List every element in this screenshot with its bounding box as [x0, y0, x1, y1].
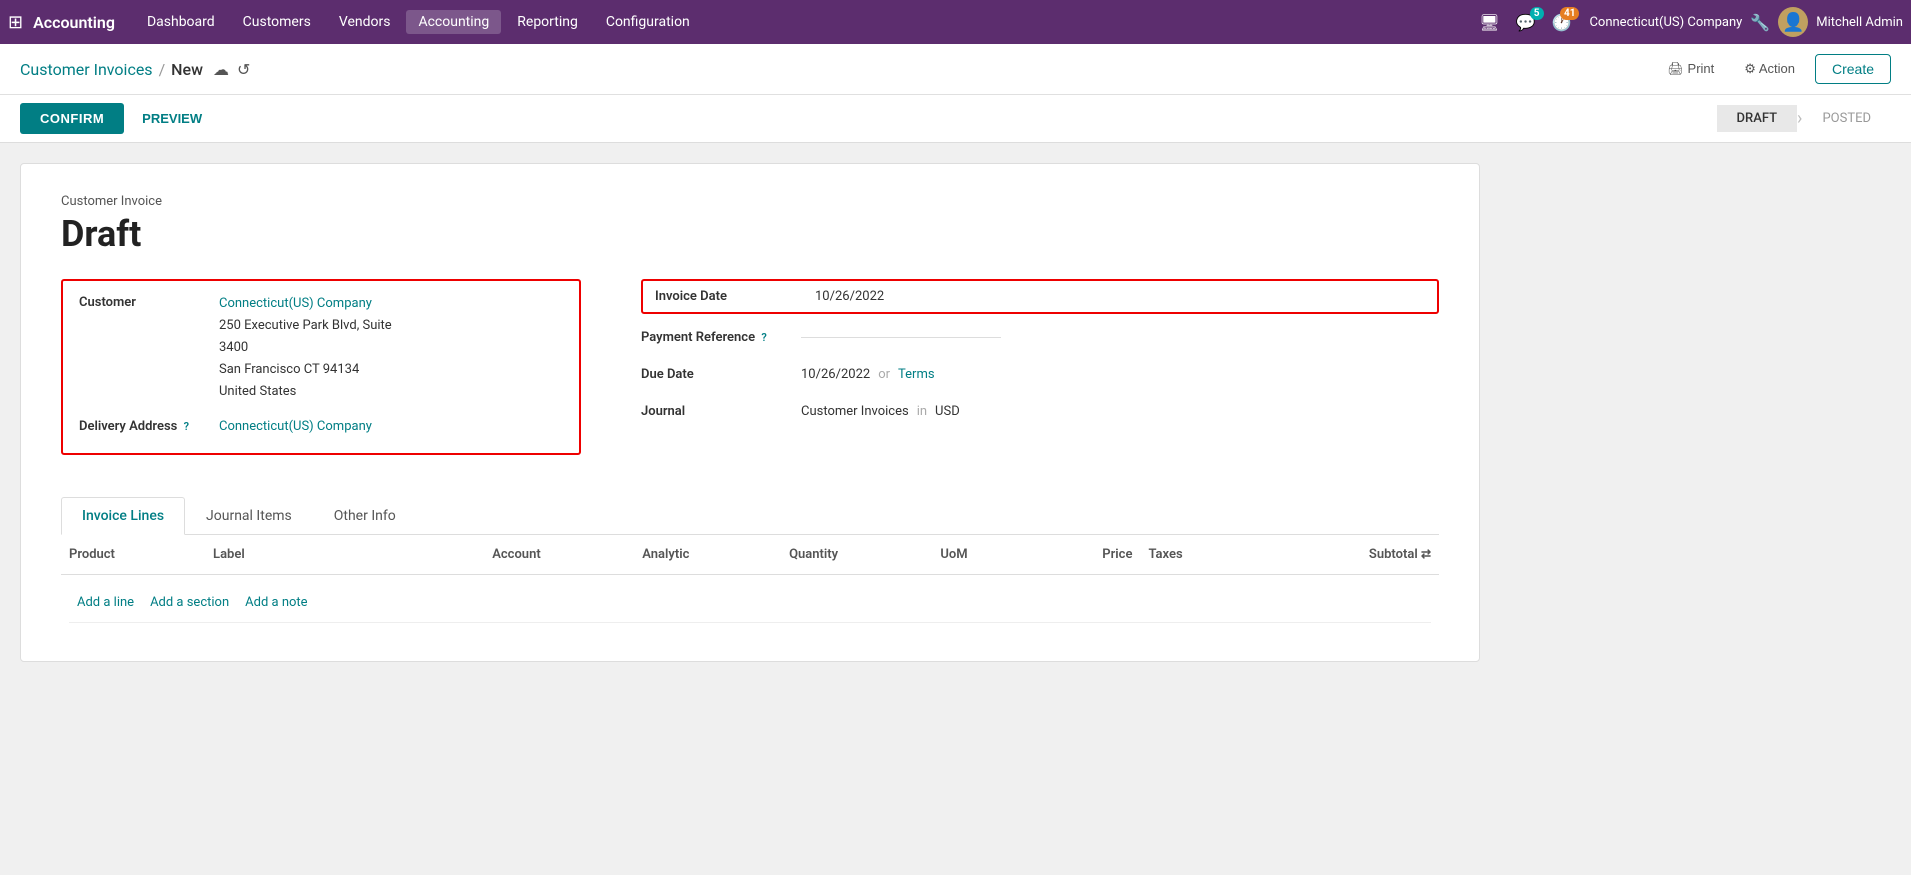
grid-icon[interactable]: ⊞: [8, 12, 23, 33]
customer-address-line4: United States: [219, 381, 392, 403]
nav-vendors[interactable]: Vendors: [327, 10, 403, 34]
journal-row: Journal Customer Invoices in USD: [641, 398, 1439, 425]
invoice-sub-label: Customer Invoice: [61, 194, 1439, 209]
refresh-icon[interactable]: ↺: [237, 60, 250, 79]
customer-address-line2: 3400: [219, 337, 392, 359]
status-bar: DRAFT › POSTED: [1717, 105, 1891, 132]
app-name: Accounting: [33, 13, 115, 32]
delivery-value[interactable]: Connecticut(US) Company: [219, 417, 372, 437]
delivery-help-icon[interactable]: ?: [184, 420, 189, 433]
col-subtotal-text: Subtotal: [1369, 547, 1418, 562]
nav-configuration[interactable]: Configuration: [594, 10, 702, 34]
due-date-label: Due Date: [641, 367, 801, 382]
col-taxes: Taxes: [1140, 535, 1257, 575]
header-icon-group: ☁ ↺: [213, 60, 250, 79]
page-header: Customer Invoices / New ☁ ↺ Print ⚙ Acti…: [0, 44, 1911, 95]
settings-icon[interactable]: 🔧: [1750, 13, 1770, 32]
support-icon[interactable]: 🖥: [1475, 9, 1503, 36]
form-right: Invoice Date 10/26/2022 Payment Referenc…: [641, 279, 1439, 467]
invoice-title: Draft: [61, 213, 1439, 255]
breadcrumb-root[interactable]: Customer Invoices: [20, 60, 153, 79]
invoice-date-row: Invoice Date 10/26/2022: [641, 279, 1439, 314]
col-account: Account: [484, 535, 634, 575]
create-button[interactable]: Create: [1815, 54, 1891, 84]
add-note-link[interactable]: Add a note: [245, 595, 307, 610]
payment-ref-label: Payment Reference ?: [641, 330, 801, 345]
col-quantity: Quantity: [781, 535, 932, 575]
activity-icon[interactable]: 🕐 41: [1548, 9, 1576, 36]
col-label: Label: [205, 535, 484, 575]
due-date-row: Due Date 10/26/2022 or Terms: [641, 361, 1439, 388]
confirm-button[interactable]: CONFIRM: [20, 103, 124, 134]
nav-dashboard[interactable]: Dashboard: [135, 10, 227, 34]
print-button[interactable]: Print: [1657, 56, 1724, 82]
breadcrumb-current: New: [171, 60, 203, 79]
nav-reporting[interactable]: Reporting: [505, 10, 590, 34]
col-price: Price: [1033, 535, 1140, 575]
nav-links: Dashboard Customers Vendors Accounting R…: [135, 10, 1475, 34]
status-posted: POSTED: [1802, 105, 1891, 132]
invoice-table: Product Label Account Analytic Quantity …: [61, 535, 1439, 631]
activity-badge: 41: [1560, 7, 1579, 20]
empty-row: Add a line Add a section Add a note: [61, 574, 1439, 631]
main-content: Customer Invoice Draft Customer Connecti…: [0, 143, 1911, 870]
status-draft: DRAFT: [1717, 105, 1798, 132]
customer-row: Customer Connecticut(US) Company 250 Exe…: [79, 293, 563, 403]
add-line-link[interactable]: Add a line: [77, 595, 134, 610]
company-name: Connecticut(US) Company: [1589, 15, 1742, 30]
action-bar-left: CONFIRM PREVIEW: [20, 103, 212, 134]
journal-label: Journal: [641, 404, 801, 419]
tab-invoice-lines[interactable]: Invoice Lines: [61, 497, 185, 535]
action-button[interactable]: ⚙ Action: [1734, 56, 1805, 82]
due-date-value[interactable]: 10/26/2022: [801, 367, 870, 382]
in-text: in: [917, 404, 927, 419]
user-name: Mitchell Admin: [1816, 15, 1903, 30]
header-actions: Print ⚙ Action Create: [1657, 54, 1891, 84]
user-avatar[interactable]: 👤: [1778, 7, 1808, 37]
chat-icon[interactable]: 💬 5: [1512, 9, 1540, 36]
nav-accounting[interactable]: Accounting: [406, 10, 501, 34]
form-section: Customer Connecticut(US) Company 250 Exe…: [61, 279, 1439, 467]
gear-icon: ⚙: [1744, 61, 1756, 76]
breadcrumb-separator: /: [159, 60, 166, 79]
action-bar: CONFIRM PREVIEW DRAFT › POSTED: [0, 95, 1911, 143]
invoice-date-value[interactable]: 10/26/2022: [815, 289, 884, 304]
tab-journal-items[interactable]: Journal Items: [185, 497, 313, 535]
customer-value: Connecticut(US) Company 250 Executive Pa…: [219, 293, 392, 403]
customer-name[interactable]: Connecticut(US) Company: [219, 293, 392, 315]
delivery-label: Delivery Address ?: [79, 417, 219, 434]
payment-ref-value[interactable]: [801, 337, 1001, 338]
chat-badge: 5: [1530, 7, 1544, 20]
payment-ref-help-icon[interactable]: ?: [761, 331, 766, 344]
nav-customers[interactable]: Customers: [231, 10, 323, 34]
currency-value[interactable]: USD: [935, 404, 960, 419]
breadcrumb: Customer Invoices / New: [20, 60, 203, 79]
add-links: Add a line Add a section Add a note: [69, 583, 1431, 623]
customer-field-box: Customer Connecticut(US) Company 250 Exe…: [61, 279, 581, 455]
col-subtotal: Subtotal ⇄: [1257, 535, 1439, 575]
delivery-row: Delivery Address ? Connecticut(US) Compa…: [79, 417, 563, 437]
payment-ref-row: Payment Reference ?: [641, 324, 1439, 351]
invoice-card: Customer Invoice Draft Customer Connecti…: [20, 163, 1480, 662]
top-navigation: ⊞ Accounting Dashboard Customers Vendors…: [0, 0, 1911, 44]
customer-address-line1: 250 Executive Park Blvd, Suite: [219, 315, 392, 337]
add-section-link[interactable]: Add a section: [150, 595, 229, 610]
col-product: Product: [61, 535, 205, 575]
subtotal-settings-icon[interactable]: ⇄: [1421, 547, 1431, 561]
col-analytic: Analytic: [634, 535, 781, 575]
form-left: Customer Connecticut(US) Company 250 Exe…: [61, 279, 581, 467]
cloud-upload-icon[interactable]: ☁: [213, 60, 229, 79]
or-text: or: [878, 367, 890, 382]
tabs-bar: Invoice Lines Journal Items Other Info: [61, 497, 1439, 535]
tab-other-info[interactable]: Other Info: [313, 497, 417, 535]
col-uom: UoM: [932, 535, 1033, 575]
preview-button[interactable]: PREVIEW: [132, 103, 212, 134]
journal-value[interactable]: Customer Invoices: [801, 404, 909, 419]
customer-label: Customer: [79, 293, 219, 310]
top-right-icons: 🖥 💬 5 🕐 41 Connecticut(US) Company 🔧 👤 M…: [1475, 7, 1903, 37]
invoice-date-label: Invoice Date: [655, 289, 815, 304]
terms-link[interactable]: Terms: [898, 367, 935, 382]
customer-address-line3: San Francisco CT 94134: [219, 359, 392, 381]
